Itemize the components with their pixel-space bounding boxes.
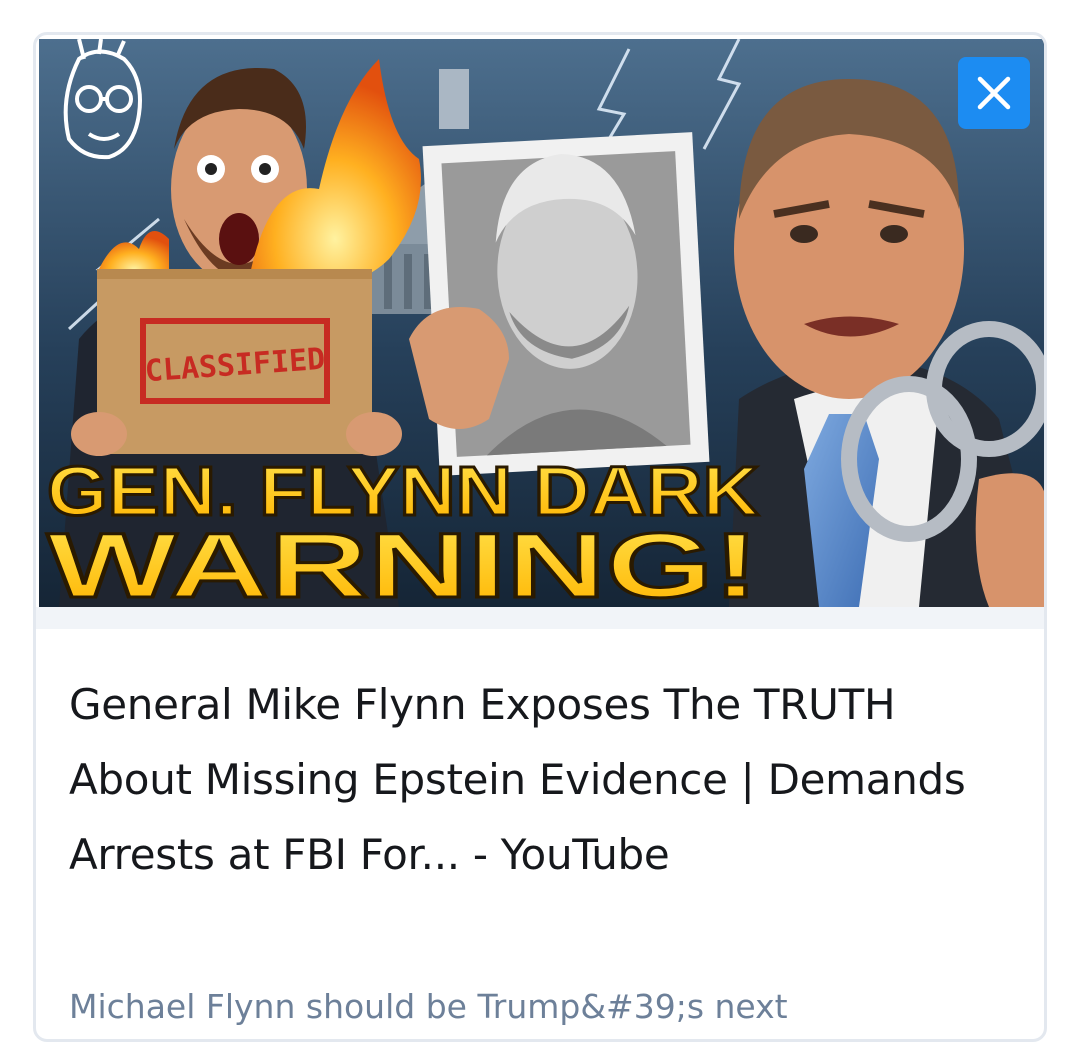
held-photo (409, 132, 710, 476)
thumbnail-headline: GEN. FLYNN DARK WARNING! (46, 451, 761, 608)
headline-line-2: WARNING! (47, 515, 759, 607)
close-icon (977, 76, 1011, 110)
video-thumbnail[interactable]: CLASSIFIED GEN. FLYNN DARK WARNING! (39, 39, 1044, 608)
link-description: Michael Flynn should be Trump&#39;s next (69, 987, 788, 1026)
link-title[interactable]: General Mike Flynn Exposes The TRUTH Abo… (69, 667, 969, 892)
link-preview-card[interactable]: CLASSIFIED GEN. FLYNN DARK WARNING! Gene… (33, 32, 1047, 1042)
close-button[interactable] (958, 57, 1030, 129)
card-separator (36, 607, 1044, 629)
holding-hand (975, 473, 1044, 607)
classified-box: CLASSIFIED (71, 269, 402, 456)
